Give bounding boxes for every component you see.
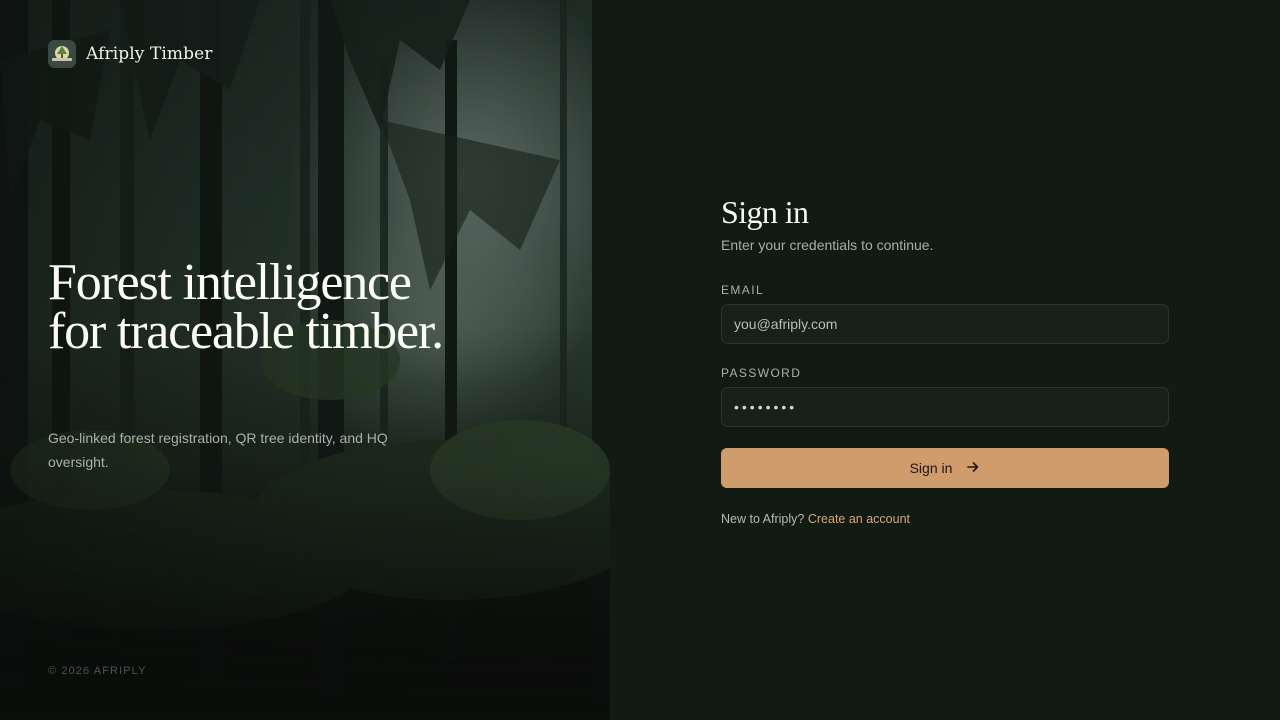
- signin-panel: Sign in Enter your credentials to contin…: [610, 0, 1280, 720]
- brand[interactable]: Afriply Timber: [48, 40, 213, 68]
- email-field[interactable]: [721, 304, 1169, 344]
- arrow-right-icon: [966, 460, 980, 477]
- signin-button-label: Sign in: [909, 460, 953, 476]
- signin-title: Sign in: [721, 194, 809, 230]
- hero-subtitle: Geo-linked forest registration, QR tree …: [48, 430, 388, 470]
- signin-subtitle: Enter your credentials to continue.: [721, 237, 934, 253]
- signup-prompt-row: New to Afriply? Create an account: [721, 512, 1169, 526]
- signup-prompt: New to Afriply?: [721, 512, 805, 526]
- password-label: PASSWORD: [721, 366, 802, 380]
- signin-form: Sign in Enter your credentials to contin…: [721, 193, 1169, 526]
- email-label: EMAIL: [721, 283, 765, 297]
- brand-name: Afriply Timber: [86, 44, 213, 64]
- create-account-link[interactable]: Create an account: [808, 512, 910, 526]
- signin-button[interactable]: Sign in: [721, 448, 1169, 488]
- password-field[interactable]: [721, 387, 1169, 427]
- tree-badge-icon: [48, 40, 76, 68]
- hero-bottom-fade: [0, 460, 610, 720]
- hero-title: Forest intelligence for traceable timber…: [48, 254, 444, 360]
- copyright: © 2026 AFRIPLY: [48, 665, 147, 677]
- hero-panel: Afriply Timber Forest intelligence for t…: [0, 0, 610, 720]
